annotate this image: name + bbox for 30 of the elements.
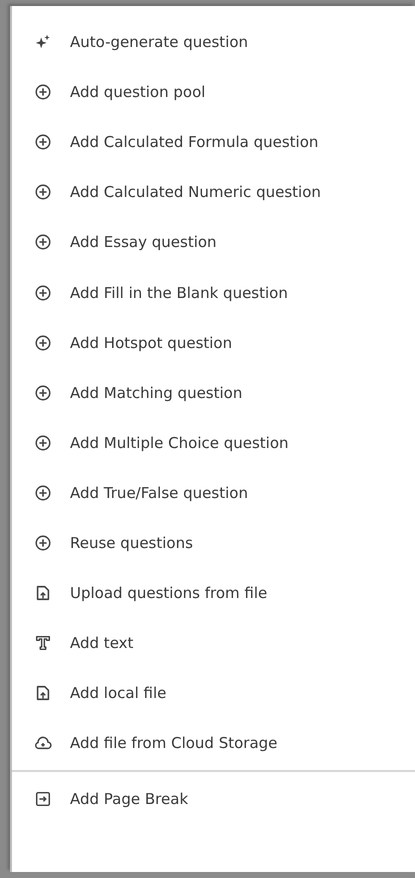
menu-item[interactable]: Auto-generate question (12, 17, 415, 68)
menu-item[interactable]: Add Multiple Choice question (12, 418, 415, 468)
page-break-icon (34, 790, 52, 808)
menu-item[interactable]: Add file from Cloud Storage (12, 718, 415, 768)
menu-item[interactable]: Add local file (12, 668, 415, 718)
menu-item[interactable]: Reuse questions (12, 518, 415, 568)
menu-item[interactable]: Add Calculated Numeric question (12, 167, 415, 218)
menu-item[interactable]: Add Matching question (12, 368, 415, 418)
plus-circle-icon (34, 534, 52, 552)
menu-item[interactable]: Add Essay question (12, 217, 415, 268)
menu-item[interactable]: Add text (12, 618, 415, 668)
menu-item[interactable]: Add Fill in the Blank question (12, 267, 415, 318)
plus-circle-icon (34, 284, 52, 302)
menu-item[interactable]: Add Page Break (12, 774, 415, 824)
menu-item[interactable]: Add Hotspot question (12, 318, 415, 368)
menu-item[interactable]: Add True/False question (12, 468, 415, 518)
plus-circle-icon (34, 233, 52, 252)
menu-item[interactable]: Add Calculated Formula question (12, 117, 415, 168)
plus-circle-icon (34, 334, 52, 352)
plus-circle-icon (34, 133, 52, 152)
plus-circle-icon (34, 83, 52, 102)
plus-circle-icon (34, 183, 52, 202)
plus-circle-icon (34, 384, 52, 402)
menu-item[interactable]: Upload questions from file (12, 568, 415, 618)
plus-circle-icon (34, 434, 52, 452)
menu-item[interactable]: Add question pool (12, 67, 415, 118)
file-upload-icon (34, 584, 52, 602)
file-upload-icon (34, 684, 52, 702)
plus-circle-icon (34, 484, 52, 502)
text-icon (34, 634, 52, 652)
